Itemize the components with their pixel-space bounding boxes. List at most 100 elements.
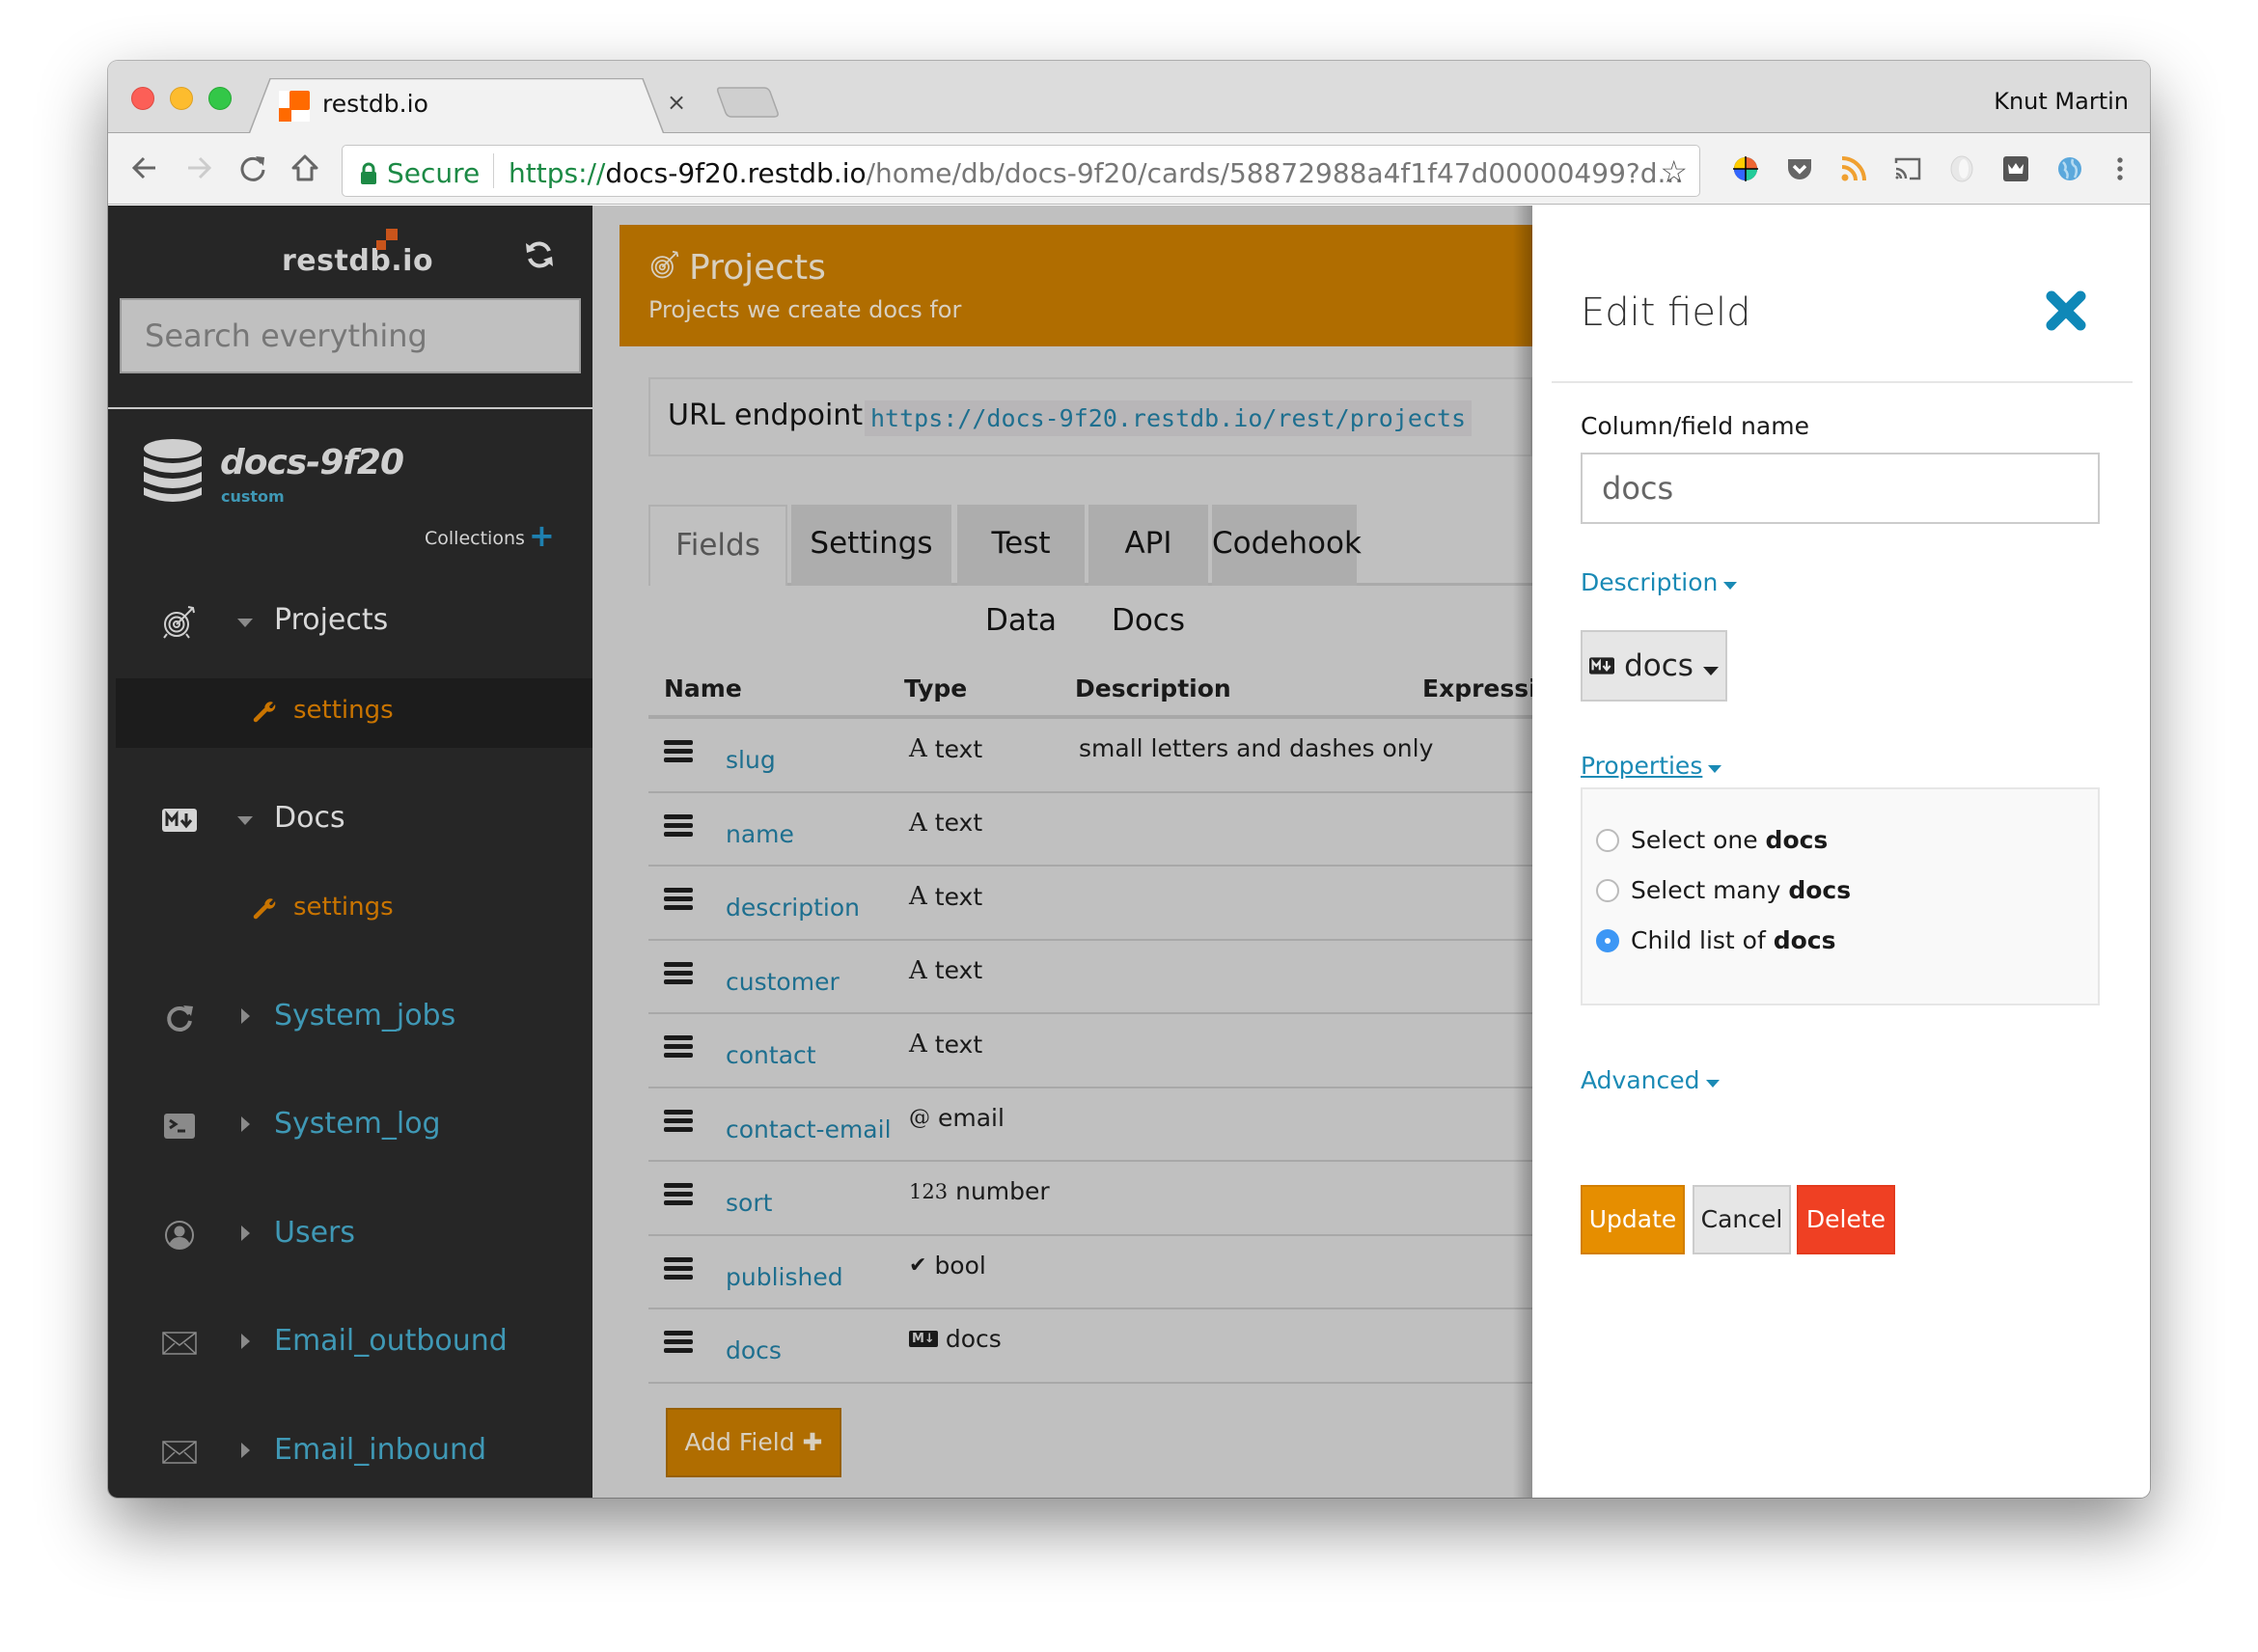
pocket-icon[interactable] (1783, 152, 1816, 185)
radio-child-list[interactable]: Child list of docs (1596, 926, 1836, 954)
expand-caret-icon[interactable] (237, 619, 253, 627)
field-name-link[interactable]: contact (726, 1041, 816, 1069)
field-type-dropdown[interactable]: docs (1581, 630, 1727, 702)
field-name-link[interactable]: customer (726, 968, 840, 996)
home-icon (291, 154, 318, 181)
home-button[interactable] (288, 151, 322, 185)
close-window-button[interactable] (131, 87, 154, 110)
radio-select-one[interactable]: Select one docs (1596, 826, 1828, 854)
profile-name[interactable]: Knut Martin (1994, 88, 2129, 115)
delete-button[interactable]: Delete (1797, 1185, 1895, 1254)
table-row[interactable]: description Atext (648, 867, 1532, 941)
table-row[interactable]: docs M↓ docs (648, 1309, 1532, 1384)
radio-button-checked[interactable] (1596, 928, 1619, 952)
sidebar-item-users[interactable]: Users (108, 1200, 592, 1270)
tab-strip: restdb.io × Knut Martin (108, 61, 2150, 134)
reload-button[interactable] (235, 151, 270, 185)
add-field-button[interactable]: Add Field ✚ (666, 1408, 841, 1477)
sidebar-item-system-jobs[interactable]: System_jobs (108, 983, 592, 1053)
table-row[interactable]: contact-email @ email (648, 1088, 1532, 1162)
table-row[interactable]: sort 123 number (648, 1162, 1532, 1236)
field-name-input[interactable] (1581, 453, 2100, 524)
drag-handle-icon[interactable] (664, 1183, 693, 1206)
bookmark-star-icon[interactable]: ☆ (1660, 153, 1688, 190)
tab-close-button[interactable]: × (662, 88, 691, 117)
sidebar-subitem-projects-settings[interactable]: settings (116, 678, 592, 748)
drag-handle-icon[interactable] (664, 1109, 693, 1133)
back-button[interactable] (127, 151, 162, 185)
table-row[interactable]: customer Atext (648, 941, 1532, 1014)
secure-indicator[interactable]: Secure (360, 157, 480, 189)
database-name[interactable]: docs-9f20 (220, 443, 404, 482)
sidebar-item-projects[interactable]: Projects (108, 588, 592, 657)
table-row[interactable]: published ✔ bool (648, 1236, 1532, 1309)
sync-icon[interactable] (523, 238, 556, 271)
collapse-caret-icon[interactable] (241, 1443, 250, 1458)
restdb-logo[interactable]: restdb.io (282, 244, 433, 278)
field-name-link[interactable]: sort (726, 1189, 772, 1217)
table-row[interactable]: contact Atext (648, 1014, 1532, 1088)
maximize-window-button[interactable] (208, 87, 232, 110)
color-picker-icon[interactable] (1729, 152, 1762, 185)
collapse-caret-icon[interactable] (241, 1008, 250, 1024)
cast-icon[interactable] (1891, 152, 1924, 185)
address-bar[interactable]: Secure https://docs-9f20.restdb.io/home/… (342, 145, 1700, 197)
rss-icon[interactable] (1837, 152, 1870, 185)
table-row[interactable]: name Atext (648, 793, 1532, 867)
expand-caret-icon[interactable] (237, 816, 253, 825)
browser-tab-active[interactable] (249, 78, 664, 134)
more-menu-icon[interactable] (2104, 152, 2136, 185)
crown-icon[interactable] (1999, 152, 2032, 185)
globe-icon[interactable] (2053, 152, 2086, 185)
radio-select-many[interactable]: Select many docs (1596, 876, 1851, 904)
properties-toggle[interactable]: Properties (1581, 752, 1722, 780)
collection-tabs: Fields Settings Test Data API Docs Codeh… (648, 497, 1532, 638)
table-header: Name Type Description Expression (648, 653, 1571, 719)
radio-button[interactable] (1596, 828, 1619, 852)
field-type-icon: A (909, 808, 927, 838)
tab-settings[interactable]: Settings (791, 505, 951, 586)
close-icon[interactable] (2044, 289, 2088, 333)
tab-fields[interactable]: Fields (648, 505, 787, 586)
url-text[interactable]: https://docs-9f20.restdb.io/home/db/docs… (509, 157, 1683, 189)
new-tab-button[interactable] (716, 86, 780, 119)
search-input[interactable] (120, 298, 581, 373)
forward-button[interactable] (181, 151, 216, 185)
endpoint-url[interactable]: https://docs-9f20.restdb.io/rest/project… (865, 400, 1473, 436)
drag-handle-icon[interactable] (664, 813, 693, 838)
cancel-button[interactable]: Cancel (1693, 1185, 1791, 1254)
table-row[interactable]: slug Atext small letters and dashes only (648, 719, 1532, 793)
description-toggle[interactable]: Description (1581, 568, 1738, 596)
tab-test-data[interactable]: Test Data (957, 505, 1085, 638)
arrow-right-icon (188, 156, 212, 179)
radio-button[interactable] (1596, 878, 1619, 902)
field-name-link[interactable]: published (726, 1263, 843, 1291)
tab-codehook[interactable]: Codehook (1212, 505, 1362, 586)
collapse-caret-icon[interactable] (241, 1225, 250, 1241)
add-collection-button[interactable]: + (529, 520, 555, 551)
drag-handle-icon[interactable] (664, 961, 693, 985)
field-name-link[interactable]: name (726, 820, 794, 848)
sidebar-item-system-log[interactable]: System_log (108, 1091, 592, 1161)
field-name-link[interactable]: description (726, 894, 860, 922)
user-icon (160, 1218, 199, 1253)
tab-api-docs[interactable]: API Docs (1088, 505, 1208, 638)
drag-handle-icon[interactable] (664, 1256, 693, 1280)
sidebar-item-docs[interactable]: Docs (108, 785, 592, 855)
advanced-toggle[interactable]: Advanced (1581, 1066, 1720, 1094)
field-name-link[interactable]: docs (726, 1336, 782, 1364)
drag-handle-icon[interactable] (664, 740, 693, 763)
field-name-link[interactable]: slug (726, 746, 776, 774)
ghostery-icon[interactable] (1945, 152, 1978, 185)
drag-handle-icon[interactable] (664, 888, 693, 911)
update-button[interactable]: Update (1581, 1185, 1685, 1254)
collapse-caret-icon[interactable] (241, 1334, 250, 1349)
collapse-caret-icon[interactable] (241, 1116, 250, 1132)
sidebar-item-email-inbound[interactable]: Email_inbound (108, 1418, 592, 1487)
drag-handle-icon[interactable] (664, 1331, 693, 1354)
sidebar-item-email-outbound[interactable]: Email_outbound (108, 1308, 592, 1378)
sidebar-subitem-docs-settings[interactable]: settings (116, 875, 592, 945)
drag-handle-icon[interactable] (664, 1035, 693, 1059)
minimize-window-button[interactable] (170, 87, 193, 110)
field-name-link[interactable]: contact-email (726, 1115, 892, 1143)
